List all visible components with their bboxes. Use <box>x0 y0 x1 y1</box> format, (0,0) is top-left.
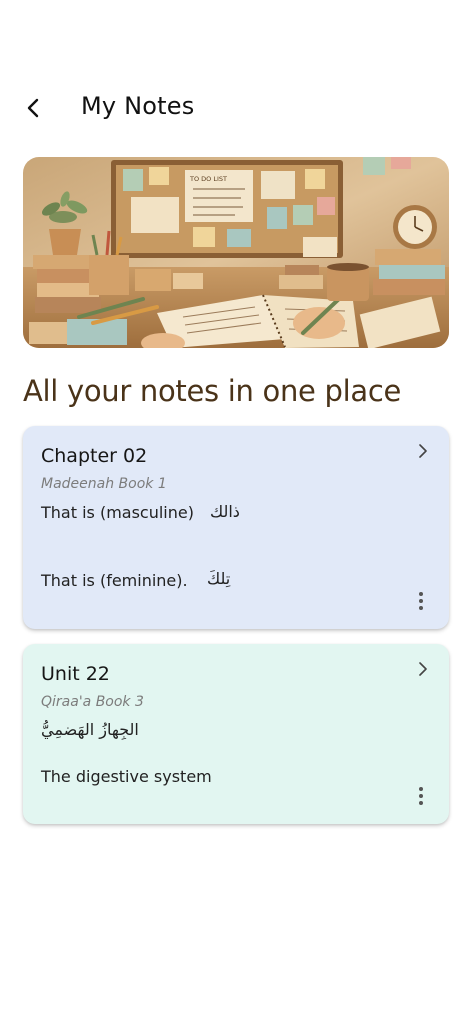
page-title: My Notes <box>81 92 195 120</box>
more-options-button[interactable] <box>411 589 431 613</box>
note-book: Qiraa'a Book 3 <box>41 694 144 710</box>
note-card[interactable]: Unit 22 Qiraa'a Book 3 الجِهازُ الهَضمِي… <box>23 644 449 824</box>
note-english-line: That is (masculine) <box>41 503 194 522</box>
note-arabic-line: تِلكَ <box>207 569 231 588</box>
open-note-button[interactable] <box>415 661 431 677</box>
back-button[interactable] <box>14 88 54 128</box>
note-book: Madeenah Book 1 <box>41 476 167 492</box>
desk-illustration: TO DO LIST <box>23 157 449 348</box>
more-vert-icon <box>419 592 423 596</box>
note-english-line: That is (feminine). <box>41 571 188 590</box>
more-options-button[interactable] <box>411 784 431 808</box>
chevron-left-icon <box>27 98 39 118</box>
note-arabic-line: الجِهازُ الهَضمِيُّ <box>41 720 139 739</box>
chevron-right-icon <box>419 662 427 676</box>
chevron-right-icon <box>419 444 427 458</box>
open-note-button[interactable] <box>415 443 431 459</box>
hero-illustration: TO DO LIST <box>23 157 449 348</box>
note-english-line: The digestive system <box>41 767 212 786</box>
note-title: Chapter 02 <box>41 445 148 467</box>
app-header: My Notes <box>0 80 472 136</box>
more-vert-icon <box>419 787 423 791</box>
section-heading: All your notes in one place <box>23 374 402 408</box>
note-title: Unit 22 <box>41 663 110 685</box>
note-card[interactable]: Chapter 02 Madeenah Book 1 That is (masc… <box>23 426 449 629</box>
svg-text:TO DO LIST: TO DO LIST <box>189 175 227 183</box>
note-arabic-line: ذالك <box>210 502 240 521</box>
